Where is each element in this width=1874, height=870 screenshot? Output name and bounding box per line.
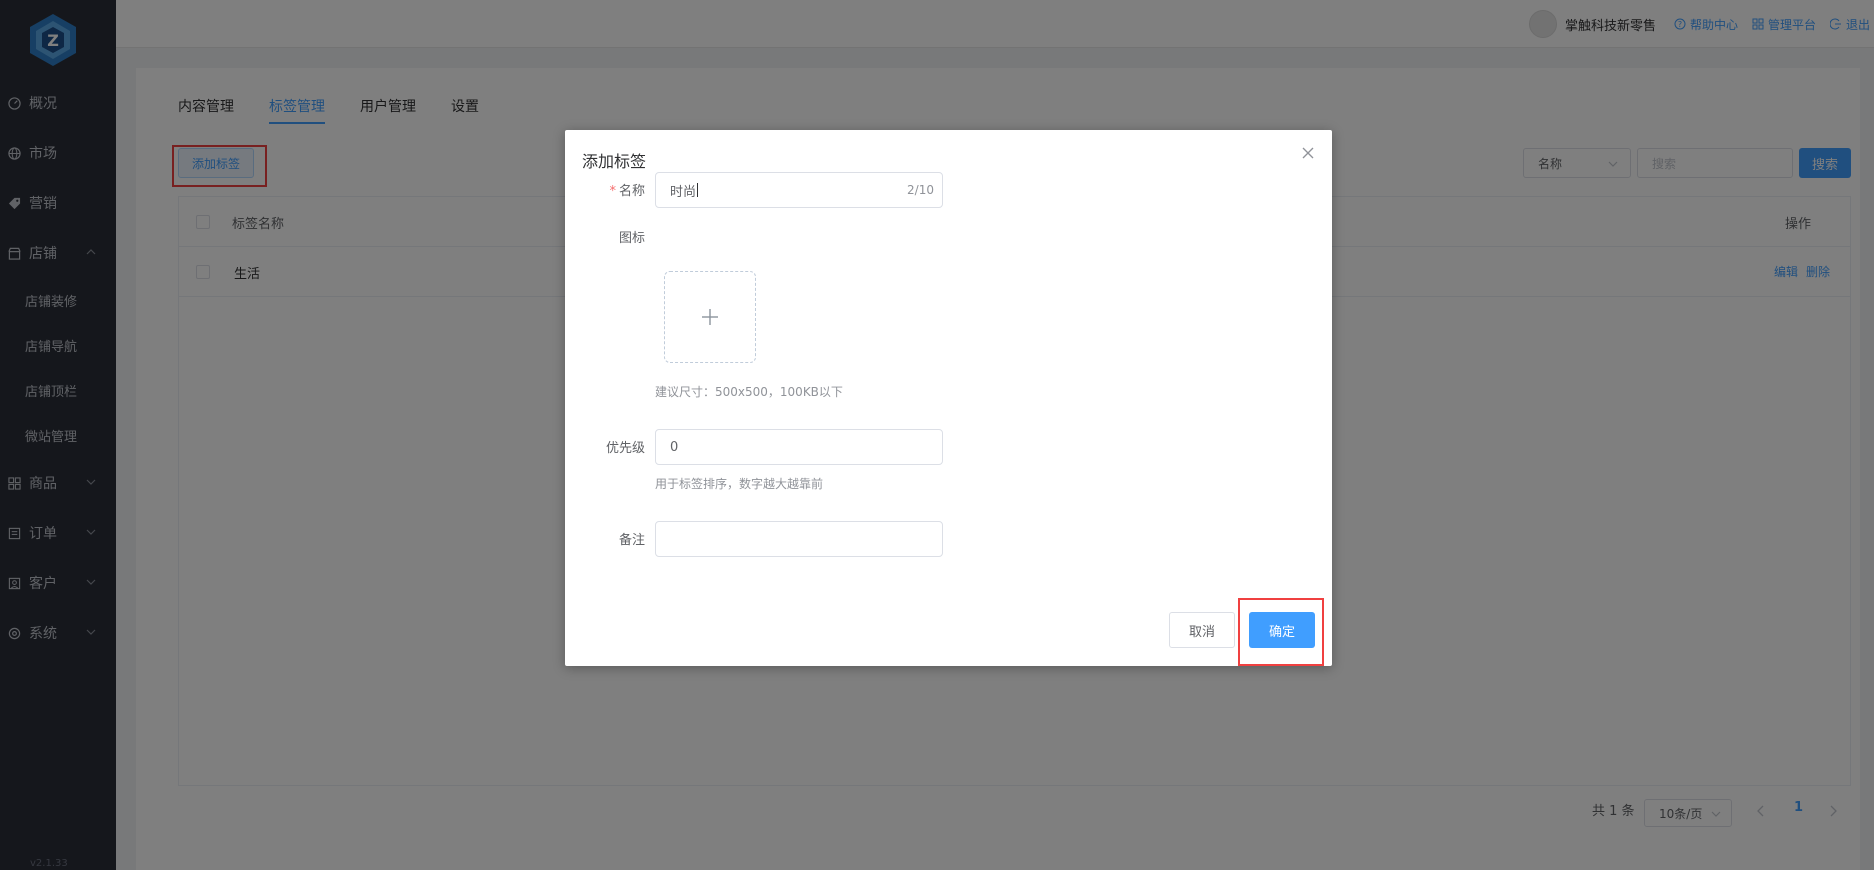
- name-char-counter: 2/10: [907, 183, 934, 197]
- name-input[interactable]: 时尚 2/10: [655, 172, 943, 208]
- highlight-box-confirm: [1238, 598, 1324, 666]
- close-icon[interactable]: [1302, 147, 1314, 159]
- note-label: 备注: [618, 533, 645, 548]
- name-label-text: 名称: [618, 184, 645, 199]
- icon-uploader[interactable]: [664, 271, 756, 363]
- priority-input[interactable]: 0: [655, 429, 943, 465]
- priority-label: 优先级: [605, 441, 645, 456]
- name-input-value: 时尚: [670, 184, 697, 200]
- plus-icon: [702, 309, 718, 325]
- add-tag-dialog: 添加标签 * 名称 时尚 2/10 图标 建议尺寸：500x500，100KB以下…: [565, 130, 1332, 666]
- note-input[interactable]: [655, 521, 943, 557]
- text-cursor: [697, 183, 699, 197]
- priority-hint: 用于标签排序，数字越大越靠前: [655, 477, 824, 491]
- name-label: * 名称: [575, 180, 645, 199]
- icon-label: 图标: [618, 231, 645, 246]
- icon-size-hint: 建议尺寸：500x500，100KB以下: [655, 385, 843, 399]
- priority-input-value: 0: [670, 439, 679, 455]
- cancel-button[interactable]: 取消: [1169, 612, 1235, 648]
- required-asterisk: *: [609, 184, 616, 199]
- dialog-title: 添加标签: [582, 152, 647, 171]
